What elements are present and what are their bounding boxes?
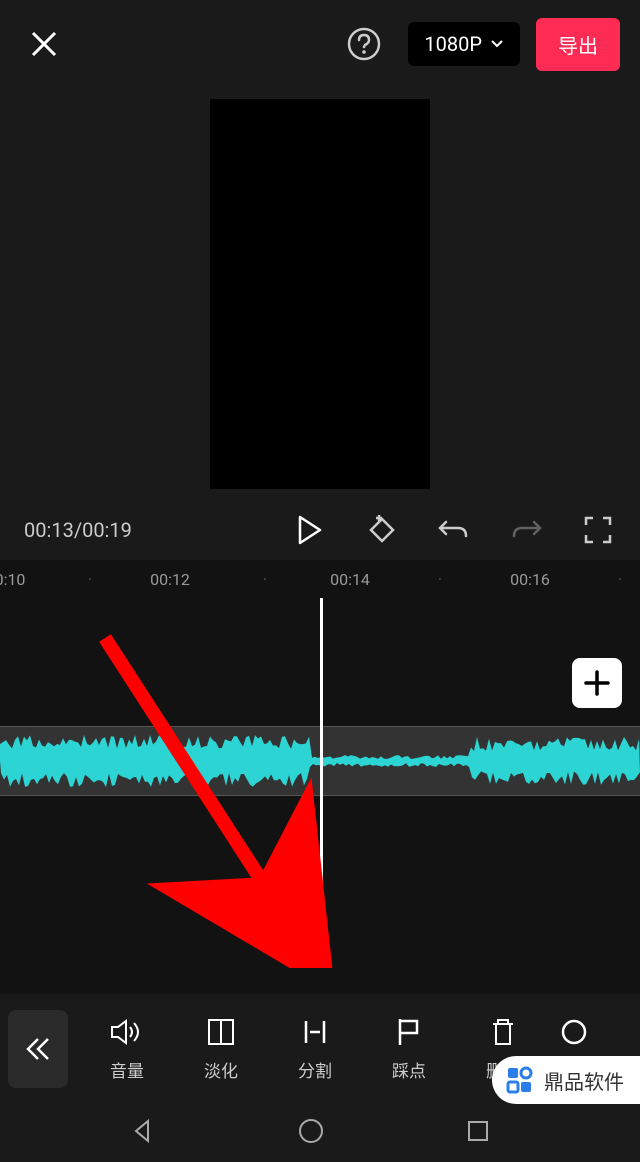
split-icon xyxy=(300,1017,330,1047)
keyframe-button[interactable] xyxy=(364,512,400,548)
watermark: 鼎品软件 xyxy=(492,1056,640,1104)
play-button[interactable] xyxy=(292,512,328,548)
volume-tool[interactable]: 音量 xyxy=(84,1017,170,1082)
preview-frame xyxy=(210,99,430,489)
add-clip-button[interactable] xyxy=(572,658,622,708)
timeline[interactable]: 0:10·00:12·00:14·00:16· xyxy=(0,560,640,994)
flag-icon xyxy=(395,1017,423,1047)
chevron-down-icon xyxy=(490,39,504,49)
redo-button[interactable] xyxy=(508,512,544,548)
collapse-toolbar-button[interactable] xyxy=(8,1010,68,1088)
help-button[interactable] xyxy=(340,20,388,68)
undo-button[interactable] xyxy=(436,512,472,548)
fade-tool[interactable]: 淡化 xyxy=(178,1017,264,1082)
timeline-ruler: 0:10·00:12·00:14·00:16· xyxy=(0,560,640,598)
back-nav-button[interactable] xyxy=(130,1118,156,1148)
watermark-logo-icon xyxy=(504,1064,536,1096)
volume-icon xyxy=(110,1017,144,1047)
tool-label: 淡化 xyxy=(204,1057,238,1082)
beat-tool[interactable]: 踩点 xyxy=(366,1017,452,1082)
time-display: 00:13/00:19 xyxy=(24,518,132,542)
tool-label: 音量 xyxy=(110,1057,144,1082)
watermark-label: 鼎品软件 xyxy=(544,1066,624,1095)
recent-nav-button[interactable] xyxy=(466,1119,490,1147)
trash-icon xyxy=(489,1017,517,1047)
video-preview[interactable] xyxy=(0,88,640,500)
resolution-label: 1080P xyxy=(424,32,482,56)
tool-label: 踩点 xyxy=(392,1057,426,1082)
tool-label: 分割 xyxy=(298,1057,332,1082)
export-button[interactable]: 导出 xyxy=(536,18,620,71)
resolution-selector[interactable]: 1080P xyxy=(408,22,520,66)
split-tool[interactable]: 分割 xyxy=(272,1017,358,1082)
home-nav-button[interactable] xyxy=(297,1117,325,1149)
annotation-arrow xyxy=(95,628,335,968)
close-button[interactable] xyxy=(20,20,68,68)
circle-icon xyxy=(560,1018,588,1046)
playhead[interactable] xyxy=(320,598,323,958)
fullscreen-button[interactable] xyxy=(580,512,616,548)
fade-icon xyxy=(206,1017,236,1047)
